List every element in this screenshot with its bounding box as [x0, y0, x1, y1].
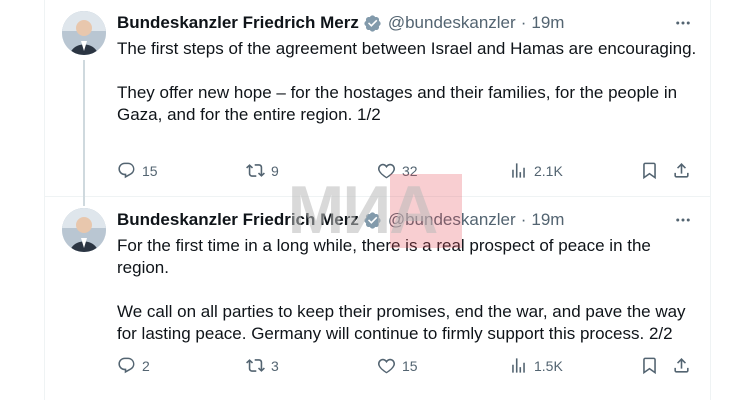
tweet-1[interactable]: Bundeskanzler Friedrich Merz @bundeskanz…	[60, 0, 710, 206]
more-dots-icon[interactable]	[674, 211, 692, 229]
repost-button[interactable]: 3	[246, 356, 279, 375]
views-count: 1.5K	[534, 357, 563, 374]
tweet-text: The first steps of the agreement between…	[117, 38, 697, 126]
views-icon	[512, 163, 525, 178]
timeline-border-left	[44, 0, 45, 400]
like-button[interactable]: 15	[377, 356, 418, 375]
thread-connector	[83, 60, 85, 206]
separator-dot: ·	[520, 13, 527, 32]
author-name[interactable]: Bundeskanzler Friedrich Merz	[117, 13, 359, 33]
reply-button[interactable]: 15	[117, 161, 158, 180]
bookmark-icon	[643, 162, 656, 180]
share-button[interactable]	[672, 356, 691, 375]
tweet-paragraph: The first steps of the agreement between…	[117, 39, 697, 58]
more-dots-icon[interactable]	[674, 14, 692, 32]
bookmark-button[interactable]	[640, 161, 659, 180]
reply-count: 15	[142, 162, 158, 179]
tweet-actions: 2 3 15 1.5K	[117, 356, 692, 378]
bookmark-icon	[643, 357, 656, 375]
share-button[interactable]	[672, 161, 691, 180]
separator-dot: ·	[520, 210, 527, 229]
share-icon	[674, 163, 689, 178]
author-handle[interactable]: @bundeskanzler	[388, 13, 516, 33]
reply-icon	[118, 357, 135, 374]
reply-count: 2	[142, 357, 150, 374]
tweet-paragraph: We call on all parties to keep their pro…	[117, 302, 686, 343]
views-count: 2.1K	[534, 162, 563, 179]
share-icon	[674, 358, 689, 373]
timestamp[interactable]: 19m	[531, 13, 564, 33]
like-count: 15	[402, 357, 418, 374]
heart-icon	[377, 358, 396, 374]
verified-badge-icon	[364, 14, 381, 32]
repost-count: 3	[271, 357, 279, 374]
timestamp[interactable]: 19m	[531, 210, 564, 230]
tweet-header: Bundeskanzler Friedrich Merz @bundeskanz…	[117, 12, 564, 34]
bookmark-button[interactable]	[640, 356, 659, 375]
repost-icon	[246, 359, 265, 372]
watermark-text: МИА	[287, 172, 439, 248]
tweet-paragraph: They offer new hope – for the hostages a…	[117, 83, 678, 124]
views-button[interactable]: 1.5K	[509, 356, 563, 375]
reply-icon	[118, 162, 135, 179]
views-button[interactable]: 2.1K	[509, 161, 563, 180]
reply-button[interactable]: 2	[117, 356, 150, 375]
watermark-logo: МИА	[262, 168, 462, 252]
timeline-border-right	[710, 0, 711, 400]
views-icon	[512, 358, 525, 373]
avatar[interactable]	[62, 11, 106, 55]
avatar[interactable]	[62, 208, 106, 252]
